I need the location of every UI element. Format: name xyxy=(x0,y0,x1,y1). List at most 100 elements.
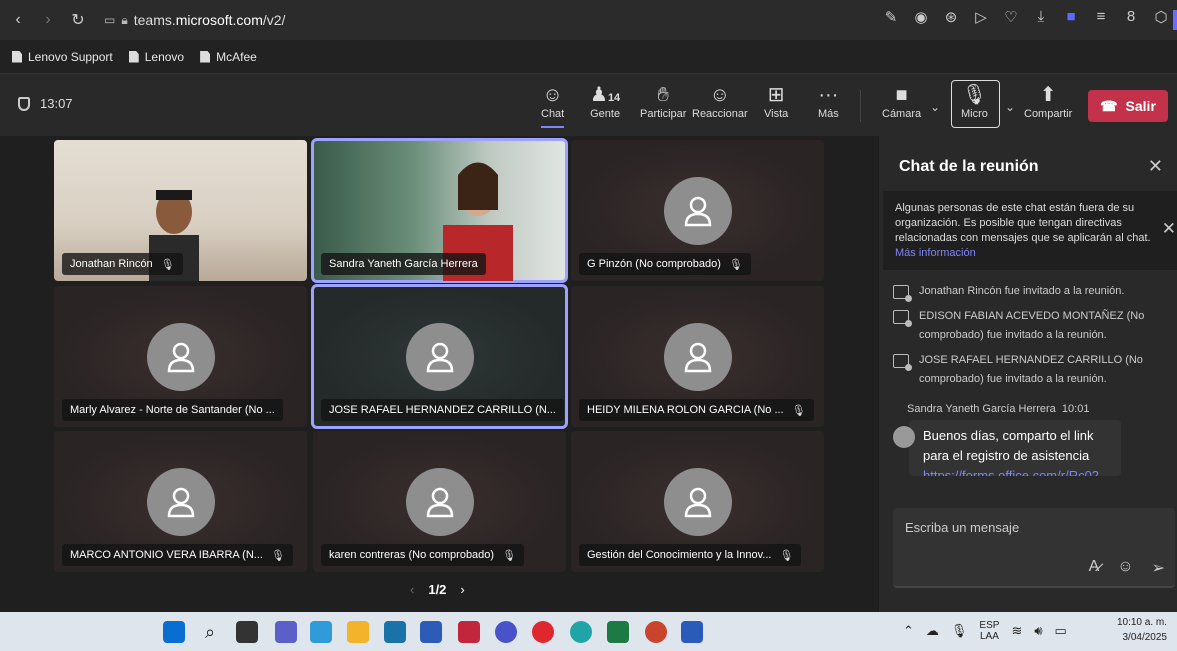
cube-icon[interactable]: ⬡ xyxy=(1153,8,1169,26)
message-link[interactable]: https://forms.office.com/r/Rc02 xyxy=(923,468,1099,476)
more-icon: ··· xyxy=(818,84,839,106)
heart-icon[interactable]: ♡ xyxy=(1003,8,1019,26)
pagination: ‹ 1/2 › xyxy=(410,582,465,597)
participant-tile[interactable]: HEIDY MILENA ROLON GARCIA (No ... 🎙︎ xyxy=(571,286,824,427)
person-icon xyxy=(167,487,194,517)
task-view-icon[interactable] xyxy=(236,621,258,643)
back-icon[interactable]: ‹ xyxy=(6,8,30,32)
file-explorer-icon[interactable] xyxy=(347,621,369,643)
participant-name-tag: Sandra Yaneth García Herrera xyxy=(321,253,486,275)
participant-name-tag: HEIDY MILENA ROLON GARCIA (No ... 🎙︎ xyxy=(579,399,814,421)
participant-name-tag: Marly Alvarez - Norte de Santander (No .… xyxy=(62,399,283,421)
raise-hand-button[interactable]: ✋︎ Participar xyxy=(640,82,686,120)
shield-ext-icon[interactable]: ⊛ xyxy=(943,8,959,26)
participant-name-tag: karen contreras (No comprobado) 🎙︎ xyxy=(321,544,525,566)
page-indicator: 1/2 xyxy=(428,582,447,597)
page-icon xyxy=(128,50,139,63)
camera-capture-icon[interactable]: ◉ xyxy=(913,8,929,26)
teams-icon[interactable] xyxy=(275,621,297,643)
person-icon xyxy=(167,342,194,372)
battery-icon[interactable]: ▭ xyxy=(1055,623,1067,639)
menu-icon[interactable]: ≡ xyxy=(1093,8,1109,26)
avatar xyxy=(146,322,215,391)
chevron-up-icon[interactable]: ⌃ xyxy=(903,623,914,639)
clock[interactable]: 10:10 a. m. 3/04/2025 xyxy=(1117,615,1167,645)
send-icon[interactable]: ➢ xyxy=(1152,558,1165,578)
mic-muted-icon: 🎙︎ xyxy=(961,84,988,106)
mic-button[interactable]: 🎙︎ Micro xyxy=(961,82,988,120)
mic-icon[interactable]: 🎙︎ xyxy=(951,623,968,639)
person-icon xyxy=(684,342,711,372)
bookmark-lenovo-support[interactable]: Lenovo Support xyxy=(12,50,113,64)
wifi-icon[interactable]: ≋ xyxy=(1011,623,1022,639)
chat-title: Chat de la reunión xyxy=(899,158,1039,175)
start-icon[interactable] xyxy=(163,621,185,643)
participant-name-tag: Jonathan Rincón 🎙︎ xyxy=(62,253,183,275)
smile-icon: ☺ xyxy=(709,84,731,106)
url-domain: microsoft.com xyxy=(175,12,263,28)
edit-icon[interactable]: ✎ xyxy=(883,8,899,26)
powerpoint-icon[interactable] xyxy=(645,621,667,643)
forward-icon[interactable]: › xyxy=(36,8,60,32)
chat-event: Jonathan Rincón fue invitado a la reunió… xyxy=(893,282,1163,302)
opera-icon[interactable] xyxy=(532,621,554,643)
address-bar[interactable]: ▭ 🔒︎ teams.microsoft.com/v2/ xyxy=(104,12,285,28)
play-icon[interactable]: ▷ xyxy=(973,8,989,26)
person-icon xyxy=(426,342,453,372)
participant-tile[interactable]: G Pinzón (No comprobado) 🎙︎ xyxy=(571,140,824,281)
video-grid: Jonathan Rincón 🎙︎ Sandra Yaneth García H… xyxy=(0,136,878,612)
cloud-icon[interactable]: ☁ xyxy=(926,623,939,639)
edge-icon[interactable] xyxy=(570,621,592,643)
excel-icon[interactable] xyxy=(607,621,629,643)
leave-button[interactable]: ☎ Salir xyxy=(1088,90,1168,122)
dismiss-notice-icon[interactable]: ✕ xyxy=(1162,220,1176,237)
participant-tile[interactable]: Marly Alvarez - Norte de Santander (No .… xyxy=(54,286,307,427)
participant-tile[interactable]: MARCO ANTONIO VERA IBARRA (N... 🎙︎ xyxy=(54,431,307,572)
next-page-icon[interactable]: › xyxy=(460,582,464,597)
mic-muted-icon: 🎙︎ xyxy=(791,404,806,417)
chat-button[interactable]: ☺ Chat xyxy=(541,82,565,128)
chat-message[interactable]: Buenos días, comparto el link para el re… xyxy=(909,420,1121,476)
app-l-icon[interactable] xyxy=(420,621,442,643)
participant-tile[interactable]: karen contreras (No comprobado) 🎙︎ xyxy=(313,431,566,572)
more-info-link[interactable]: Más información xyxy=(895,247,976,259)
mic-options-chevron-icon[interactable]: ⌄ xyxy=(1005,100,1015,114)
language-indicator[interactable]: ESP LAA xyxy=(979,620,999,642)
view-button[interactable]: ⊞ Vista xyxy=(764,82,788,120)
copilot-icon[interactable] xyxy=(310,621,332,643)
participant-tile[interactable]: Sandra Yaneth García Herrera xyxy=(311,138,568,283)
prev-page-icon[interactable]: ‹ xyxy=(410,582,414,597)
more-button[interactable]: ··· Más xyxy=(818,82,839,120)
participant-tile[interactable]: JOSE RAFAEL HERNANDEZ CARRILLO (N... xyxy=(311,284,568,429)
store-icon[interactable] xyxy=(384,621,406,643)
extension-icon[interactable]: ■ xyxy=(1063,8,1079,26)
bookmark-mcafee[interactable]: McAfee xyxy=(200,50,257,64)
chat-events: Jonathan Rincón fue invitado a la reunió… xyxy=(893,282,1163,395)
meeting-toolbar: 13:07 ☺ Chat ♟14 Gente ✋︎ Participar ☺ R… xyxy=(0,74,1177,136)
share-button[interactable]: ⬆ Compartir xyxy=(1024,82,1072,120)
people-button[interactable]: ♟14 Gente xyxy=(590,82,620,120)
share-icon: ⬆ xyxy=(1039,84,1057,106)
participant-tile[interactable]: Gestión del Conocimiento y la Innov... 🎙︎ xyxy=(571,431,824,572)
format-icon[interactable]: A̷ xyxy=(1089,558,1100,578)
word-icon[interactable] xyxy=(681,621,703,643)
close-icon[interactable]: ✕ xyxy=(1148,156,1163,177)
grid-icon: ⊞ xyxy=(767,84,785,106)
emoji-icon[interactable]: ☺ xyxy=(1117,558,1133,578)
profile-icon[interactable]: 8 xyxy=(1123,8,1139,26)
reload-icon[interactable]: ↻ xyxy=(66,8,90,32)
participant-tile[interactable]: Jonathan Rincón 🎙︎ xyxy=(54,140,307,281)
download-icon[interactable]: ⤓ xyxy=(1033,8,1049,26)
camera-button[interactable]: ■ Cámara xyxy=(882,82,921,120)
message-composer[interactable]: Escriba un mensaje A̷ ☺ ➢ xyxy=(893,508,1175,588)
mcafee-icon[interactable] xyxy=(458,621,480,643)
camera-options-chevron-icon[interactable]: ⌄ xyxy=(930,100,940,114)
invite-icon xyxy=(893,310,912,327)
react-button[interactable]: ☺ Reaccionar xyxy=(692,82,748,120)
volume-icon[interactable]: 🔊︎ xyxy=(1034,623,1042,639)
bookmark-lenovo[interactable]: Lenovo xyxy=(128,50,184,64)
app-a-icon[interactable] xyxy=(495,621,517,643)
person-icon xyxy=(426,487,453,517)
message-input[interactable]: Escriba un mensaje xyxy=(905,520,1019,535)
search-icon[interactable]: ⌕ xyxy=(199,621,221,643)
